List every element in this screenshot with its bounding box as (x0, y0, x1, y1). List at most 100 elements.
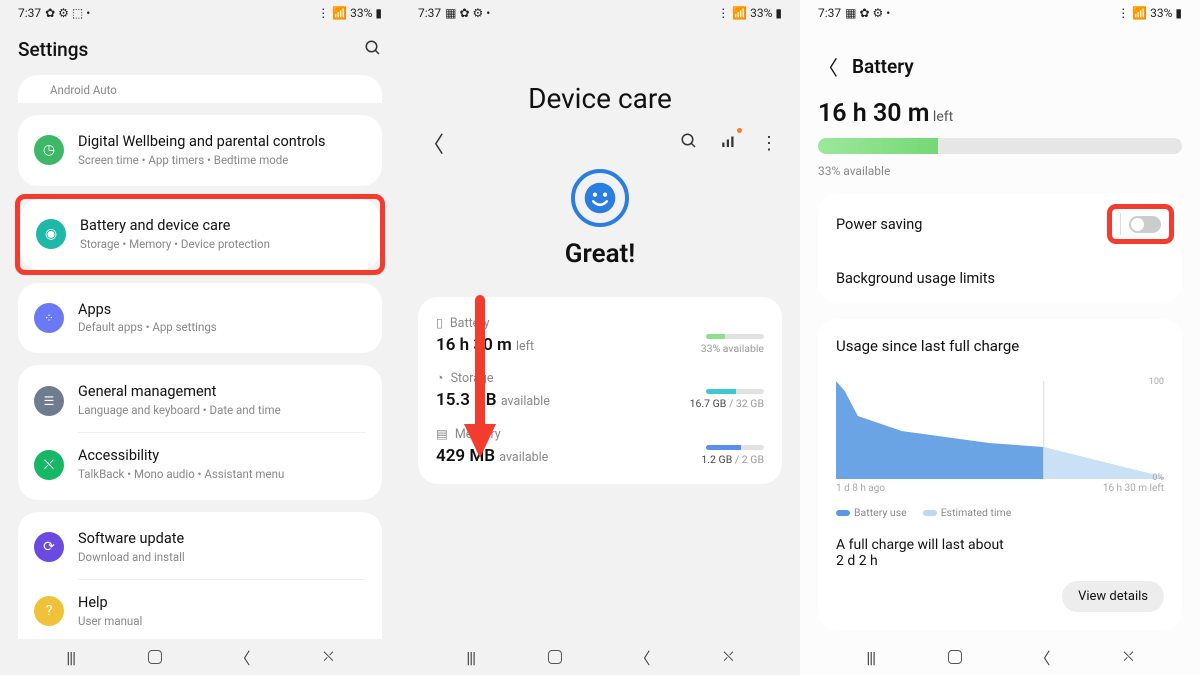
chart-icon[interactable] (720, 132, 738, 154)
metric-value: 15.3 GB (436, 390, 497, 410)
full-charge-value: 2 d 2 h (836, 553, 878, 569)
status-face-icon (571, 169, 629, 227)
list-item[interactable]: ⛌ AccessibilityTalkBack • Mono audio • A… (18, 433, 382, 496)
nav-recent[interactable]: ||| (466, 648, 475, 667)
update-icon: ⟳ (34, 532, 64, 562)
list-item[interactable]: ? HelpUser manual (18, 580, 382, 639)
battery-icon: ▯ (436, 315, 443, 331)
list-item[interactable]: ⁘ AppsDefault apps • App settings (18, 287, 382, 350)
list-item-sub: Download and install (78, 550, 366, 565)
battery-pct: 33% (1150, 6, 1172, 20)
wellbeing-icon: ◷ (34, 135, 64, 165)
clock: 7:37 (418, 6, 441, 20)
nav-recent[interactable]: ||| (66, 648, 75, 667)
usage-chart: 100 0% (836, 381, 1164, 479)
status-bar: 7:37 ▦ ✿ ⚙ • ⋮ 📶 33%▮ (400, 0, 800, 26)
nav-home[interactable] (548, 650, 562, 664)
battery-pct: 33% (350, 6, 372, 20)
list-item-title: Battery and device care (80, 217, 364, 236)
metric-label: Battery (450, 316, 490, 331)
x-left: 1 d 8 h ago (836, 483, 885, 494)
notification-dot (737, 128, 742, 133)
bg-limits-label: Background usage limits (836, 270, 995, 287)
status-icons-right: ⋮ 📶 (317, 6, 347, 20)
list-item[interactable]: ⟳ Software updateDownload and install (18, 516, 382, 579)
nav-bar: ||| 〈 ⛌ (0, 639, 400, 675)
screen-battery: 7:37 ▦ ✿ ⚙ • ⋮ 📶 33%▮ 〈 Battery 16 h 30 … (800, 0, 1200, 675)
clock: 7:37 (18, 6, 41, 20)
nav-back[interactable]: 〈 (634, 645, 650, 669)
power-saving-label: Power saving (836, 216, 922, 233)
battery-progress (818, 138, 1182, 154)
metric-memory[interactable]: ▤Memory 429 MB available 1.2 GB / 2 GB (436, 418, 764, 474)
metric-suffix: left (516, 339, 534, 354)
time-left-value: 16 h 30 m (818, 99, 929, 128)
metric-battery[interactable]: ▯ Battery 16 h 30 m left 33% available (436, 307, 764, 363)
status-label: Great! (565, 239, 635, 269)
status-icons-right: ⋮ 📶 (1117, 6, 1147, 20)
search-icon[interactable] (364, 39, 382, 61)
nav-home[interactable] (948, 650, 962, 664)
list-item[interactable]: ◷ Digital Wellbeing and parental control… (18, 119, 382, 182)
nav-bar: ||| 〈 ⛌ (800, 639, 1200, 675)
storage-icon: ◔ (436, 371, 444, 386)
list-item-title: Accessibility (78, 447, 366, 466)
legend-use: Battery use (854, 506, 907, 519)
list-item-sub: Screen time • App timers • Bedtime mode (78, 153, 366, 168)
list-item-sub: Default apps • App settings (78, 320, 366, 335)
screen-settings: 7:37 ✿ ⚙ ⬚ • ⋮ 📶 33%▮ Settings Android A… (0, 0, 400, 675)
status-icons-right: ⋮ 📶 (717, 6, 747, 20)
highlight-box: ◉ Battery and device careStorage • Memor… (15, 194, 385, 275)
metric-right-light: / 2 GB (732, 453, 764, 466)
list-item-title: Software update (78, 530, 366, 549)
metric-suffix: available (501, 394, 550, 409)
metric-right-dark: 16.7 GB (690, 397, 727, 410)
nav-back[interactable]: 〈 (234, 645, 250, 669)
metric-right: 33% available (701, 342, 764, 355)
status-bar: 7:37 ✿ ⚙ ⬚ • ⋮ 📶 33%▮ (0, 0, 400, 26)
accessibility-icon: ⛌ (34, 450, 64, 480)
metric-value: 16 h 30 m (436, 335, 512, 355)
help-icon: ? (34, 596, 64, 626)
list-item-title: Apps (78, 301, 366, 320)
highlight-box (1107, 204, 1174, 244)
list-item-sub: Storage • Memory • Device protection (80, 237, 364, 252)
list-item-device-care[interactable]: ◉ Battery and device careStorage • Memor… (20, 203, 380, 266)
more-icon[interactable]: ⋮ (760, 139, 778, 148)
list-item-title: Digital Wellbeing and parental controls (78, 133, 366, 152)
nav-home[interactable] (148, 650, 162, 664)
nav-accessibility[interactable]: ⛌ (323, 649, 333, 665)
metric-right-dark: 1.2 GB (701, 453, 732, 466)
status-bar: 7:37 ▦ ✿ ⚙ • ⋮ 📶 33%▮ (800, 0, 1200, 26)
back-button[interactable]: 〈 (422, 127, 444, 159)
list-item-truncated[interactable]: Android Auto (18, 75, 382, 103)
status-icons-left: ▦ ✿ ⚙ • (445, 6, 490, 20)
metric-storage[interactable]: ◔Storage 15.3 GB available 16.7 GB / 32 … (436, 363, 764, 418)
metric-suffix: available (499, 450, 548, 465)
view-details-button[interactable]: View details (1062, 581, 1164, 612)
back-button[interactable]: 〈 (818, 52, 838, 81)
full-charge-text: A full charge will last about (836, 537, 1004, 553)
screen-device-care: 7:37 ▦ ✿ ⚙ • ⋮ 📶 33%▮ Device care 〈 ⋮ Gr… (400, 0, 800, 675)
list-item[interactable]: ☰ General managementLanguage and keyboar… (18, 369, 382, 432)
battery-icon: ▮ (375, 6, 382, 20)
battery-icon: ▮ (775, 6, 782, 20)
search-icon[interactable] (680, 132, 698, 154)
nav-accessibility[interactable]: ⛌ (1123, 649, 1133, 665)
battery-icon: ▮ (1175, 6, 1182, 20)
page-title: Device care (418, 26, 782, 115)
setting-bg-limits[interactable]: Background usage limits (818, 254, 1182, 303)
legend-est: Estimated time (941, 506, 1012, 519)
setting-power-saving[interactable]: Power saving (818, 194, 1182, 254)
nav-back[interactable]: 〈 (1034, 645, 1050, 669)
battery-pct: 33% (750, 6, 772, 20)
nav-accessibility[interactable]: ⛌ (723, 649, 733, 665)
metric-label: Memory (455, 427, 501, 442)
nav-bar: ||| 〈 ⛌ (400, 639, 800, 675)
page-title: Settings (18, 38, 88, 61)
android-auto-sub: Android Auto (50, 83, 117, 97)
nav-recent[interactable]: ||| (866, 648, 875, 667)
power-saving-toggle[interactable] (1129, 216, 1161, 233)
status-icons-left: ▦ ✿ ⚙ • (845, 6, 890, 20)
x-right: 16 h 30 m left (1103, 483, 1164, 494)
